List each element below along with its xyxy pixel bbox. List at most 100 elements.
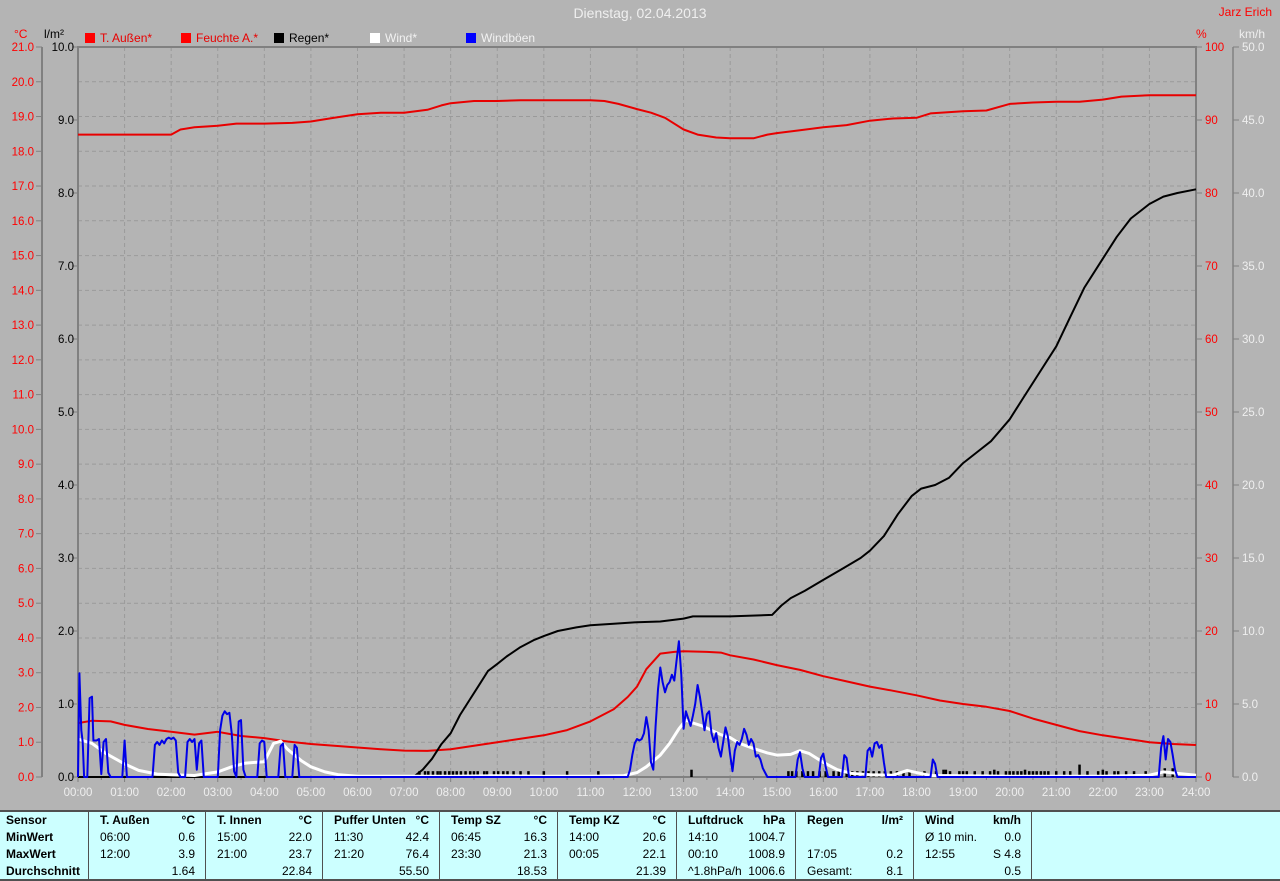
table-cell-puffer-unten: 21:20 76.4 (334, 847, 429, 861)
legend-item-t-aussen: T. Außen* (85, 31, 152, 45)
cell-value: °C (652, 813, 666, 827)
humidity-axis-label: 70 (1205, 261, 1218, 273)
wind-axis-label: 20.0 (1242, 480, 1264, 492)
axis-unit-humidity: % (1196, 27, 1207, 41)
rain-axis-label: 3.0 (58, 553, 74, 565)
weather-app-window: 0.0 1.0 2.0 3.0 4.0 5.0 6.0 7.0 8.0 9.0 10.0 11.0 12… (0, 0, 1280, 881)
time-axis-label: 09:00 (483, 787, 512, 799)
table-cell-temp-sz: 18.53 (451, 864, 547, 878)
cell-value: 21.39 (635, 864, 666, 878)
table-column-separator (557, 812, 558, 879)
cell-value: °C (298, 813, 312, 827)
time-axis-label: 03:00 (203, 787, 232, 799)
axis-unit-temp: °C (14, 27, 28, 41)
time-axis-label: 21:00 (1042, 787, 1071, 799)
rain-axis-label: 7.0 (58, 261, 74, 273)
table-border-top (0, 810, 1280, 812)
cell-time: T. Außen (100, 813, 150, 827)
wind-axis-label: 10.0 (1242, 626, 1264, 638)
humidity-axis-label: 0 (1205, 772, 1211, 784)
cell-value: 55.50 (398, 864, 429, 878)
wind-axis-label: 0.0 (1242, 772, 1258, 784)
table-cell-temp-sz: Temp SZ °C (451, 813, 547, 827)
time-axis-label: 16:00 (809, 787, 838, 799)
cell-time: ^1.8hPa/h (688, 864, 742, 878)
cell-value: 76.4 (405, 847, 429, 861)
time-axis-label: 06:00 (343, 787, 372, 799)
table-column-separator (322, 812, 323, 879)
temp-axis-label: 7.0 (18, 529, 34, 541)
table-cell-puffer-unten: Puffer Unten °C (334, 813, 429, 827)
table-column-separator (439, 812, 440, 879)
cell-time: Puffer Unten (334, 813, 406, 827)
cell-time: 14:10 (688, 830, 719, 844)
table-row-label: MinWert (6, 830, 54, 844)
cell-value: 3.9 (178, 847, 195, 861)
legend-swatch-regen (274, 33, 284, 43)
temp-axis-label: 8.0 (18, 494, 34, 506)
author-label: Jarz Erich (1218, 5, 1272, 19)
cell-value: km/h (992, 813, 1021, 827)
cell-time: 06:45 (451, 830, 482, 844)
stats-table: Sensor MinWert MaxWert Durchschnitt T. Außen… (0, 810, 1280, 881)
wind-axis-label: 25.0 (1242, 407, 1264, 419)
cell-time: Ø 10 min. (925, 830, 978, 844)
time-axis-label: 23:00 (1135, 787, 1164, 799)
table-cell-t-innen: 21:00 23.7 (217, 847, 312, 861)
time-axis-label: 02:00 (157, 787, 186, 799)
table-cell-luftdruck: 14:10 1004.7 (688, 830, 785, 844)
cell-value: l/m² (881, 813, 903, 827)
axis-unit-rain: l/m² (44, 27, 64, 41)
time-axis-label: 07:00 (390, 787, 419, 799)
cell-value: 0.2 (886, 847, 903, 861)
cell-time: Temp KZ (569, 813, 620, 827)
cell-time: Wind (925, 813, 955, 827)
cell-time: 21:20 (334, 847, 365, 861)
rain-axis-label: 5.0 (58, 407, 74, 419)
temp-axis-label: 6.0 (18, 563, 34, 575)
temp-axis-label: 14.0 (12, 285, 34, 297)
humidity-axis-label: 10 (1205, 699, 1218, 711)
cell-time: 06:00 (100, 830, 131, 844)
cell-value: 20.6 (642, 830, 666, 844)
temp-axis-label: 2.0 (18, 702, 34, 714)
time-axis-label: 20:00 (995, 787, 1024, 799)
table-column-separator (1031, 812, 1032, 879)
temp-axis-label: 0.0 (18, 772, 34, 784)
cell-value: °C (533, 813, 547, 827)
table-cell-temp-kz: 21.39 (569, 864, 666, 878)
table-column-separator (676, 812, 677, 879)
cell-time: Regen (807, 813, 844, 827)
table-cell-wind: Wind km/h (925, 813, 1021, 827)
cell-time: Luftdruck (688, 813, 744, 827)
cell-time: 12:00 (100, 847, 131, 861)
table-cell-t-innen: 22.84 (217, 864, 312, 878)
cell-time: Gesamt: (807, 864, 853, 878)
rain-axis-label: 6.0 (58, 334, 74, 346)
temp-axis-label: 9.0 (18, 459, 34, 471)
temp-axis-label: 16.0 (12, 216, 34, 228)
table-cell-temp-kz: Temp KZ °C (569, 813, 666, 827)
rain-axis-label: 0.0 (58, 772, 74, 784)
rain-axis-label: 9.0 (58, 115, 74, 127)
table-cell-luftdruck: ^1.8hPa/h 1006.6 (688, 864, 785, 878)
cell-value: 1008.9 (748, 847, 785, 861)
cell-time: Temp SZ (451, 813, 501, 827)
cell-value: hPa (762, 813, 785, 827)
temp-axis-label: 20.0 (12, 77, 34, 89)
legend-label: Feuchte A.* (196, 31, 259, 45)
table-cell-t-innen: T. Innen °C (217, 813, 312, 827)
wind-axis-label: 15.0 (1242, 553, 1264, 565)
table-row-label: Durchschnitt (6, 864, 81, 878)
temp-axis-label: 10.0 (12, 424, 34, 436)
time-axis-label: 01:00 (110, 787, 139, 799)
table-cell-temp-kz: 14:00 20.6 (569, 830, 666, 844)
table-cell-wind: Ø 10 min. 0.0 (925, 830, 1021, 844)
time-axis-label: 17:00 (856, 787, 885, 799)
wind-axis-label: 35.0 (1242, 261, 1264, 273)
cell-value: °C (181, 813, 195, 827)
rain-axis-label: 4.0 (58, 480, 74, 492)
temp-axis-label: 1.0 (18, 737, 34, 749)
legend-item-feuchte: Feuchte A.* (181, 31, 258, 45)
wind-axis-label: 30.0 (1242, 334, 1264, 346)
